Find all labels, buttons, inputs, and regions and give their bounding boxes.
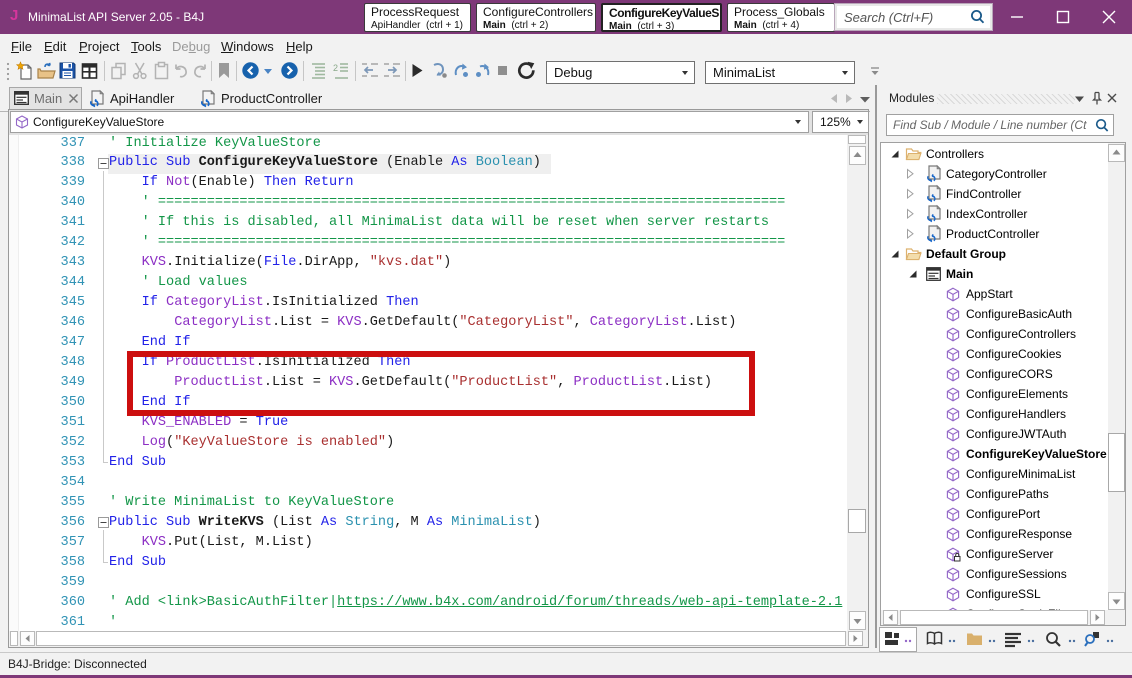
svg-text:2: 2 <box>333 63 338 73</box>
